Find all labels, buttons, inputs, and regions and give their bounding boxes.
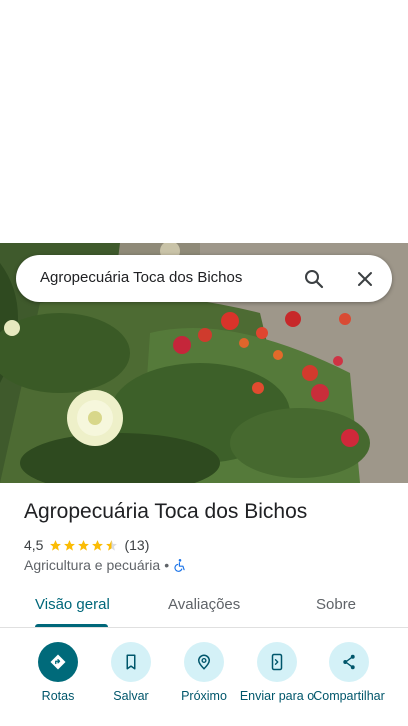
category-row: Agricultura e pecuária • — [24, 556, 187, 574]
directions-button[interactable]: Rotas — [18, 640, 98, 703]
send-to-phone-icon — [257, 642, 297, 682]
share-label: Compartilhar — [313, 689, 385, 703]
nearby-icon — [184, 642, 224, 682]
star-icon — [92, 539, 104, 551]
save-button[interactable]: Salvar — [91, 640, 171, 703]
place-category: Agricultura e pecuária — [24, 557, 161, 573]
search-bar[interactable]: Agropecuária Toca dos Bichos — [16, 255, 392, 302]
close-icon[interactable] — [353, 267, 377, 291]
review-count[interactable]: (13) — [124, 537, 149, 553]
rating-row[interactable]: 4,5 (13) — [24, 536, 149, 554]
half-star-icon — [106, 539, 118, 551]
search-icon[interactable] — [302, 267, 326, 291]
star-icon — [78, 539, 90, 551]
directions-label: Rotas — [41, 689, 75, 703]
action-buttons: Rotas Salvar Próximo Enviar para o Compa… — [0, 640, 408, 726]
share-icon — [329, 642, 369, 682]
place-details-screen: Agropecuária Toca dos Bichos Agropecuári… — [0, 0, 408, 726]
rating-value: 4,5 — [24, 537, 44, 553]
wheelchair-accessible-icon — [174, 559, 185, 572]
separator: • — [164, 557, 170, 573]
nearby-label: Próximo — [181, 689, 227, 703]
bookmark-icon — [111, 642, 151, 682]
directions-icon — [38, 642, 78, 682]
place-title: Agropecuária Toca dos Bichos — [24, 500, 308, 523]
tab-reviews[interactable]: Avaliações — [168, 596, 240, 613]
send-to-phone-button[interactable]: Enviar para o — [237, 640, 317, 703]
active-tab-indicator — [35, 624, 108, 627]
star-rating — [49, 539, 119, 552]
nearby-button[interactable]: Próximo — [164, 640, 244, 703]
send-to-phone-label: Enviar para o — [239, 689, 315, 703]
star-icon — [64, 539, 76, 551]
star-icon — [50, 539, 62, 551]
tab-about[interactable]: Sobre — [316, 596, 356, 613]
share-button[interactable]: Compartilhar — [309, 640, 389, 703]
tab-overview[interactable]: Visão geral — [35, 596, 110, 613]
search-input[interactable]: Agropecuária Toca dos Bichos — [40, 269, 242, 286]
map-area[interactable] — [0, 0, 408, 243]
tab-bar: Visão geral Avaliações Sobre — [0, 584, 408, 628]
save-label: Salvar — [113, 689, 149, 703]
